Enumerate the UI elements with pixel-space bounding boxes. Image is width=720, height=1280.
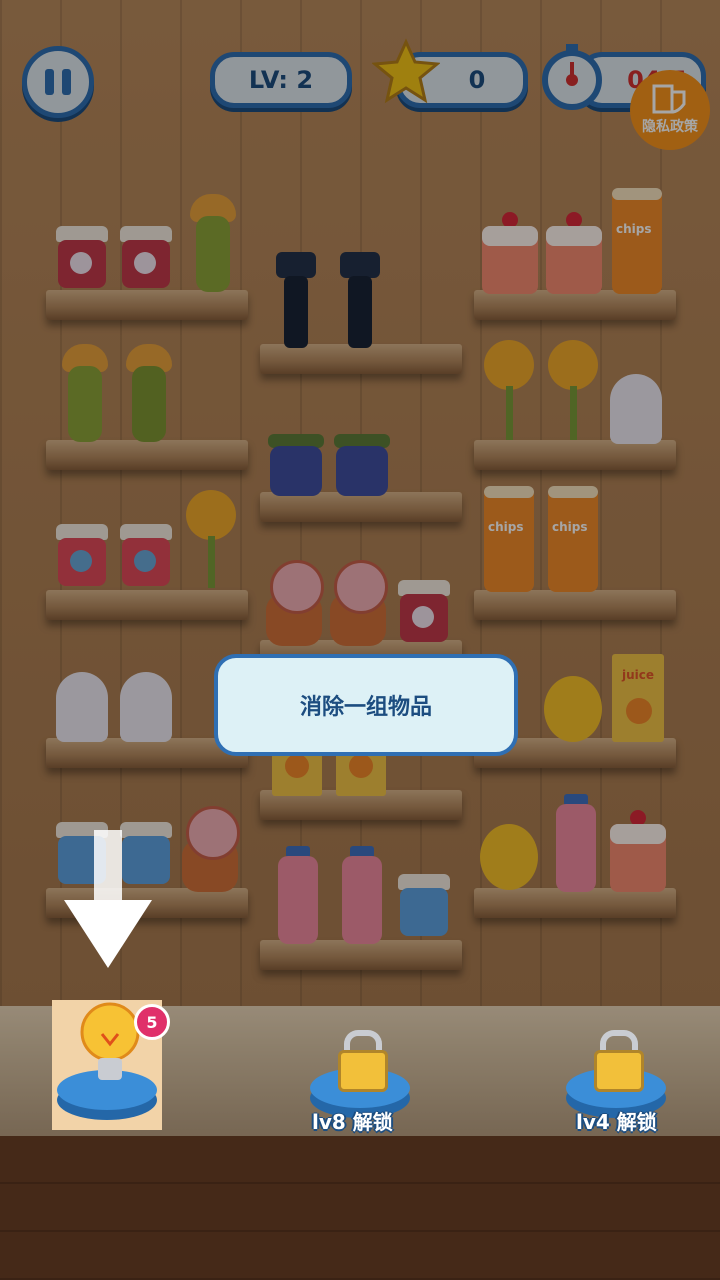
chips-can-item[interactable]: chips — [484, 486, 534, 592]
yogurt-bottle-item[interactable] — [278, 846, 318, 944]
shelf-right-5 — [474, 888, 676, 918]
shelf-left-3 — [46, 590, 248, 620]
ghost-item[interactable] — [610, 374, 662, 444]
shelf-mid-1 — [260, 344, 462, 374]
pause-icon — [45, 69, 71, 95]
wooden-floor — [0, 1136, 720, 1280]
chips-label: chips — [552, 520, 588, 534]
chips-can-item[interactable]: chips — [612, 188, 662, 294]
shelf-mid-5 — [260, 940, 462, 970]
hint-count-badge: 5 — [134, 1004, 170, 1040]
blue-jar-item[interactable] — [56, 524, 108, 592]
cake-item[interactable] — [482, 212, 538, 294]
juice-box-item[interactable]: juice — [612, 654, 664, 742]
lightbulb-icon — [80, 1002, 140, 1080]
ghost-item[interactable] — [120, 672, 172, 742]
lock-icon — [594, 1030, 644, 1092]
lock-icon — [338, 1030, 388, 1092]
locked-powerup-slot-3[interactable]: lv4 解锁 — [566, 1026, 666, 1136]
arrow-down-icon — [64, 830, 152, 968]
shelf-right-1 — [474, 290, 676, 320]
level-indicator: LV: 2 — [210, 52, 352, 108]
level-text: LV: 2 — [248, 66, 314, 94]
yogurt-bottle-item[interactable] — [556, 794, 596, 892]
hint-powerup-button[interactable]: 5 — [52, 1000, 170, 1130]
score-value: 0 — [468, 66, 486, 94]
blueberry-jar-item[interactable] — [334, 434, 390, 496]
juice-label: juice — [622, 668, 655, 682]
pause-button[interactable] — [22, 46, 94, 118]
mushroom-item[interactable] — [62, 344, 108, 444]
chips-label: chips — [488, 520, 524, 534]
water-jar-item[interactable] — [398, 874, 450, 942]
ham-item[interactable] — [182, 806, 240, 892]
chips-can-item[interactable]: chips — [548, 486, 598, 592]
chick-item[interactable] — [480, 824, 538, 890]
shelf-mid-2 — [260, 492, 462, 522]
shelf-left-1 — [46, 290, 248, 320]
lollipop-item[interactable] — [548, 340, 598, 442]
flashlight-item[interactable] — [276, 252, 316, 348]
tooltip-text: 消除一组物品 — [299, 695, 432, 720]
mushroom-item[interactable] — [126, 344, 172, 444]
unlock-level-label: lv8 解锁 — [312, 1110, 393, 1134]
jam-jar-item[interactable] — [56, 226, 108, 292]
shelf-right-2 — [474, 440, 676, 470]
ham-item[interactable] — [266, 560, 324, 646]
cake-item[interactable] — [546, 212, 602, 294]
yogurt-bottle-item[interactable] — [342, 846, 382, 944]
unlock-level-label: lv4 解锁 — [576, 1110, 657, 1134]
lollipop-item[interactable] — [186, 490, 236, 590]
flashlight-item[interactable] — [340, 252, 380, 348]
shelf-right-3 — [474, 590, 676, 620]
privacy-policy-button[interactable]: 隐私政策 — [630, 70, 710, 150]
ham-item[interactable] — [330, 560, 388, 646]
lollipop-item[interactable] — [484, 340, 534, 442]
shield-document-icon — [652, 84, 686, 114]
chick-item[interactable] — [544, 676, 602, 742]
ghost-item[interactable] — [56, 672, 108, 742]
jam-jar-item[interactable] — [120, 226, 172, 292]
mushroom-item[interactable] — [190, 194, 236, 294]
stopwatch-icon — [542, 44, 602, 110]
locked-powerup-slot-2[interactable]: lv8 解锁 — [310, 1026, 410, 1136]
privacy-policy-label: 隐私政策 — [642, 119, 698, 135]
chips-label: chips — [616, 222, 652, 236]
tutorial-tooltip: 消除一组物品 — [214, 654, 518, 756]
blueberry-jar-item[interactable] — [268, 434, 324, 496]
cake-item[interactable] — [610, 810, 666, 892]
jam-jar-item[interactable] — [398, 580, 450, 646]
shelf-left-2 — [46, 440, 248, 470]
blue-jar-item[interactable] — [120, 524, 172, 592]
star-icon — [372, 38, 440, 104]
